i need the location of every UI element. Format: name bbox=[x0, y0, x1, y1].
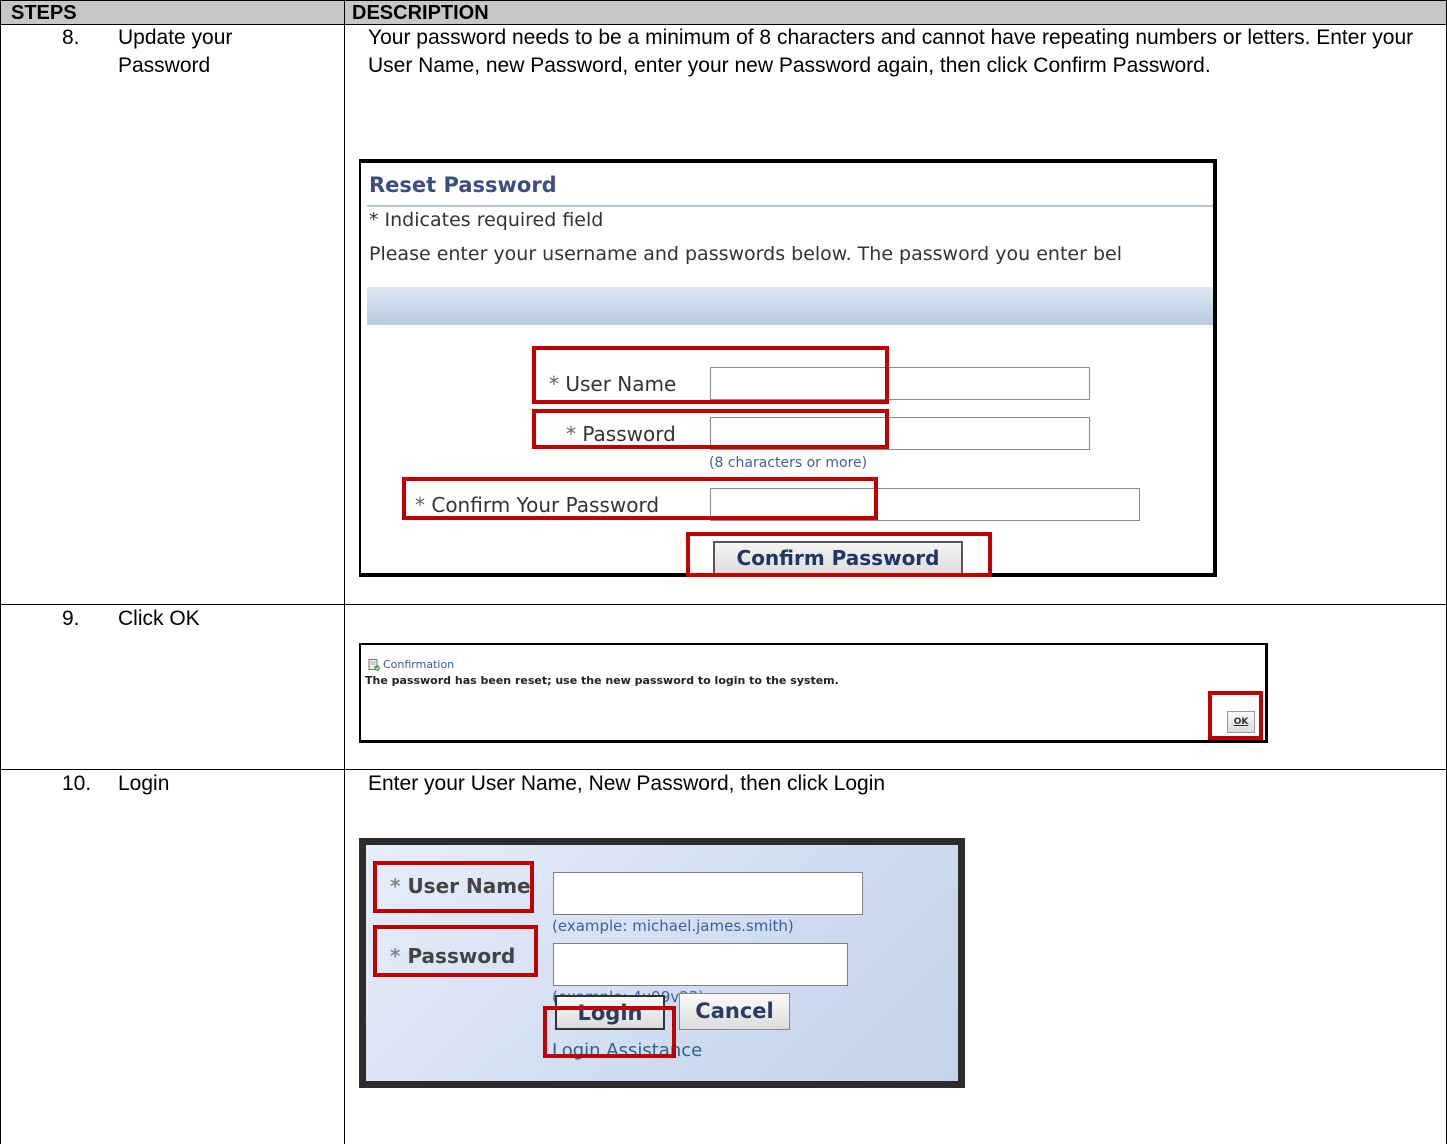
description-column-header: DESCRIPTION bbox=[352, 2, 489, 24]
highlight-login-user-name bbox=[373, 861, 534, 913]
step-description: Your password needs to be a minimum of 8… bbox=[368, 26, 1414, 77]
section-header-bar bbox=[367, 287, 1213, 325]
step-title: Login bbox=[118, 772, 170, 795]
login-user-name-input[interactable] bbox=[553, 872, 863, 915]
table-border-left bbox=[0, 0, 1, 1144]
reset-password-title: Reset Password bbox=[369, 173, 557, 197]
password-length-hint: (8 characters or more) bbox=[709, 455, 868, 471]
login-password-input[interactable] bbox=[553, 943, 848, 986]
confirmation-screenshot: Confirmation The password has been reset… bbox=[359, 643, 1268, 743]
step-number: 9. bbox=[62, 607, 80, 630]
step-title: Click OK bbox=[118, 607, 200, 630]
highlight-confirm-button bbox=[686, 532, 992, 577]
title-underline bbox=[367, 205, 1213, 207]
column-divider bbox=[344, 0, 345, 1144]
confirmation-message: The password has been reset; use the new… bbox=[365, 674, 839, 687]
step-title: Password bbox=[118, 54, 211, 77]
step-number: 10. bbox=[62, 772, 92, 795]
row-divider bbox=[0, 604, 1446, 605]
reset-instructions: Please enter your username and passwords… bbox=[369, 243, 1122, 265]
table-header-row bbox=[0, 0, 1447, 24]
step-number: 8. bbox=[62, 26, 80, 49]
highlight-password bbox=[532, 409, 889, 449]
highlight-login-button bbox=[543, 1006, 676, 1058]
table-border-top bbox=[0, 0, 1446, 1]
required-field-note: * Indicates required field bbox=[369, 209, 604, 231]
user-name-example: (example: michael.james.smith) bbox=[552, 917, 794, 935]
confirmation-icon bbox=[368, 659, 380, 671]
cancel-button[interactable]: Cancel bbox=[679, 993, 790, 1030]
highlight-ok-button bbox=[1208, 691, 1263, 740]
highlight-user-name bbox=[532, 346, 889, 404]
highlight-login-password bbox=[373, 925, 538, 977]
steps-column-header: STEPS bbox=[11, 2, 77, 24]
step-title: Update your bbox=[118, 26, 233, 49]
highlight-confirm-password bbox=[402, 477, 878, 520]
confirmation-title: Confirmation bbox=[383, 658, 455, 671]
step-description: Enter your User Name, New Password, then… bbox=[368, 772, 886, 795]
